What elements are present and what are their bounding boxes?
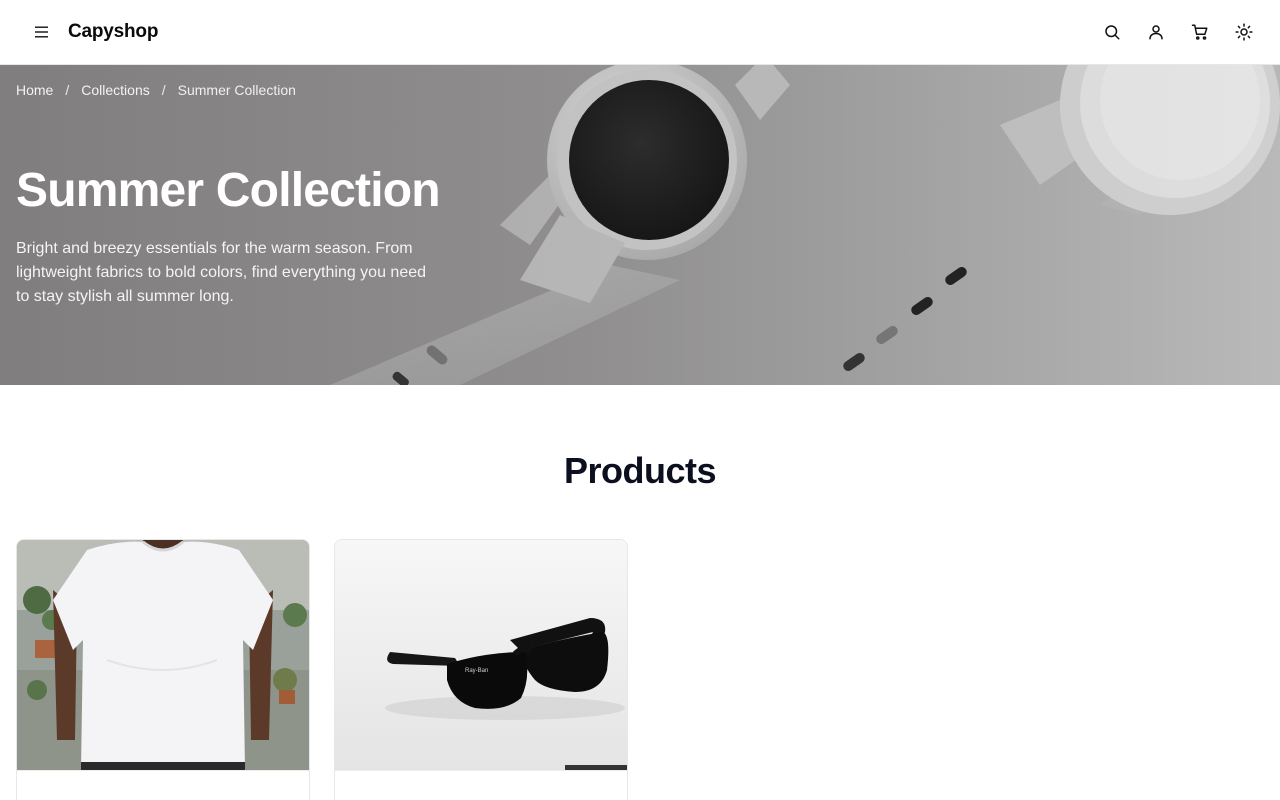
account-button[interactable] [1136,12,1176,52]
menu-icon [35,26,48,38]
breadcrumb-collections[interactable]: Collections [81,82,149,98]
products-heading: Products [563,450,717,491]
page-title: Summer Collection [16,164,441,217]
product-image [17,540,309,770]
search-icon [1105,25,1120,40]
header-actions [1092,12,1264,52]
site-header: Capyshop [0,0,1280,65]
product-card[interactable]: Ray-Ban [334,539,628,800]
search-button[interactable] [1092,12,1132,52]
breadcrumb-separator: / [161,82,166,98]
sun-icon [1235,23,1253,41]
product-card-body [17,770,309,800]
product-image: Ray-Ban [335,540,627,770]
menu-button[interactable] [26,16,58,48]
collection-description: Bright and breezy essentials for the war… [16,240,427,305]
cart-icon [1191,24,1208,40]
sunglasses-image: Ray-Ban [335,540,627,770]
hero-overlay [0,65,1280,385]
breadcrumb-separator: / [65,82,70,98]
breadcrumb-current: Summer Collection [177,82,296,98]
user-icon [1149,25,1163,40]
theme-toggle-button[interactable] [1224,12,1264,52]
product-card-body [335,770,627,800]
breadcrumb-home[interactable]: Home [16,82,53,98]
svg-text:Ray-Ban: Ray-Ban [465,668,488,674]
collection-hero: Home / Collections / Summer Collection S… [0,65,1280,385]
cart-button[interactable] [1180,12,1220,52]
breadcrumb: Home / Collections / Summer Collection [16,82,296,98]
product-card[interactable] [16,539,310,800]
brand-logo[interactable]: Capyshop [68,21,158,43]
tshirt-image [17,540,309,770]
